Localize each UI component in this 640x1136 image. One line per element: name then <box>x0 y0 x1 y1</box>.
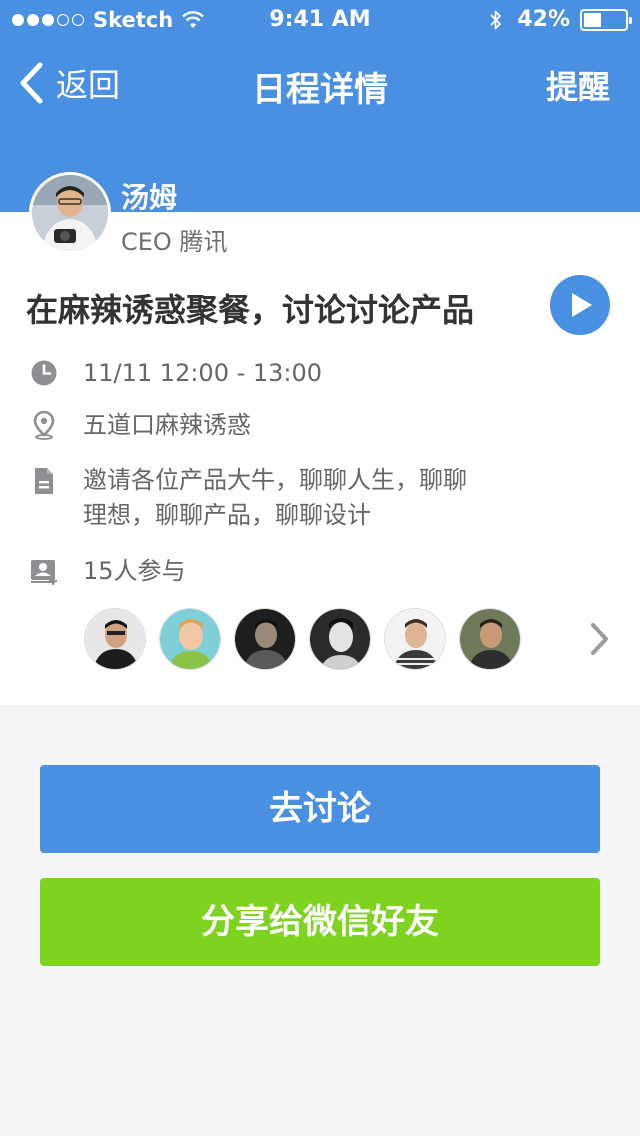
participant-avatar[interactable] <box>384 608 446 670</box>
host-title: CEO 腾讯 <box>121 228 228 256</box>
person-icon <box>235 609 295 669</box>
participant-avatars <box>84 608 534 670</box>
participant-avatar[interactable] <box>84 608 146 670</box>
chevron-right-icon[interactable] <box>589 622 609 656</box>
participants-icon <box>31 560 57 585</box>
person-icon <box>85 609 145 669</box>
person-icon <box>160 609 220 669</box>
remind-button[interactable]: 提醒 <box>546 62 610 108</box>
event-time: 11/11 12:00 - 13:00 <box>83 359 323 387</box>
screen: Sketch 9:41 AM 42% 返回 日程详情 提醒 汤姆 CEO 腾讯 … <box>0 0 640 1136</box>
participant-avatar[interactable] <box>309 608 371 670</box>
event-location: 五道口麻辣诱惑 <box>83 411 251 439</box>
play-button[interactable] <box>550 275 610 335</box>
nav-bar: 返回 日程详情 提醒 <box>0 40 640 128</box>
person-icon <box>32 175 108 251</box>
clock-icon <box>31 360 57 386</box>
header: Sketch 9:41 AM 42% 返回 日程详情 提醒 <box>0 0 640 212</box>
host-avatar[interactable] <box>29 172 111 254</box>
location-pin-icon <box>33 410 55 440</box>
person-icon <box>460 609 520 669</box>
person-icon <box>385 609 445 669</box>
participant-avatar[interactable] <box>234 608 296 670</box>
battery-cap <box>629 16 632 24</box>
play-icon <box>572 293 592 317</box>
bluetooth-icon <box>490 10 502 29</box>
participant-avatar[interactable] <box>159 608 221 670</box>
status-bar: Sketch 9:41 AM 42% <box>0 0 640 40</box>
battery-percent: 42% <box>517 7 570 32</box>
participant-avatar[interactable] <box>459 608 521 670</box>
event-description-line1: 邀请各位产品大牛，聊聊人生，聊聊 <box>83 466 467 494</box>
person-icon <box>310 609 370 669</box>
battery-area: 42% <box>489 7 632 32</box>
share-wechat-button[interactable]: 分享给微信好友 <box>40 878 600 966</box>
document-icon <box>35 468 53 494</box>
battery-fill <box>584 12 601 27</box>
event-title: 在麻辣诱惑聚餐，讨论讨论产品 <box>26 291 475 329</box>
battery-icon <box>580 8 632 31</box>
host-name: 汤姆 <box>121 181 178 214</box>
page-title: 日程详情 <box>252 70 388 110</box>
event-description-line2: 理想，聊聊产品，聊聊设计 <box>83 501 371 529</box>
participants-count: 15人参与 <box>83 557 186 585</box>
discuss-button[interactable]: 去讨论 <box>40 765 600 853</box>
